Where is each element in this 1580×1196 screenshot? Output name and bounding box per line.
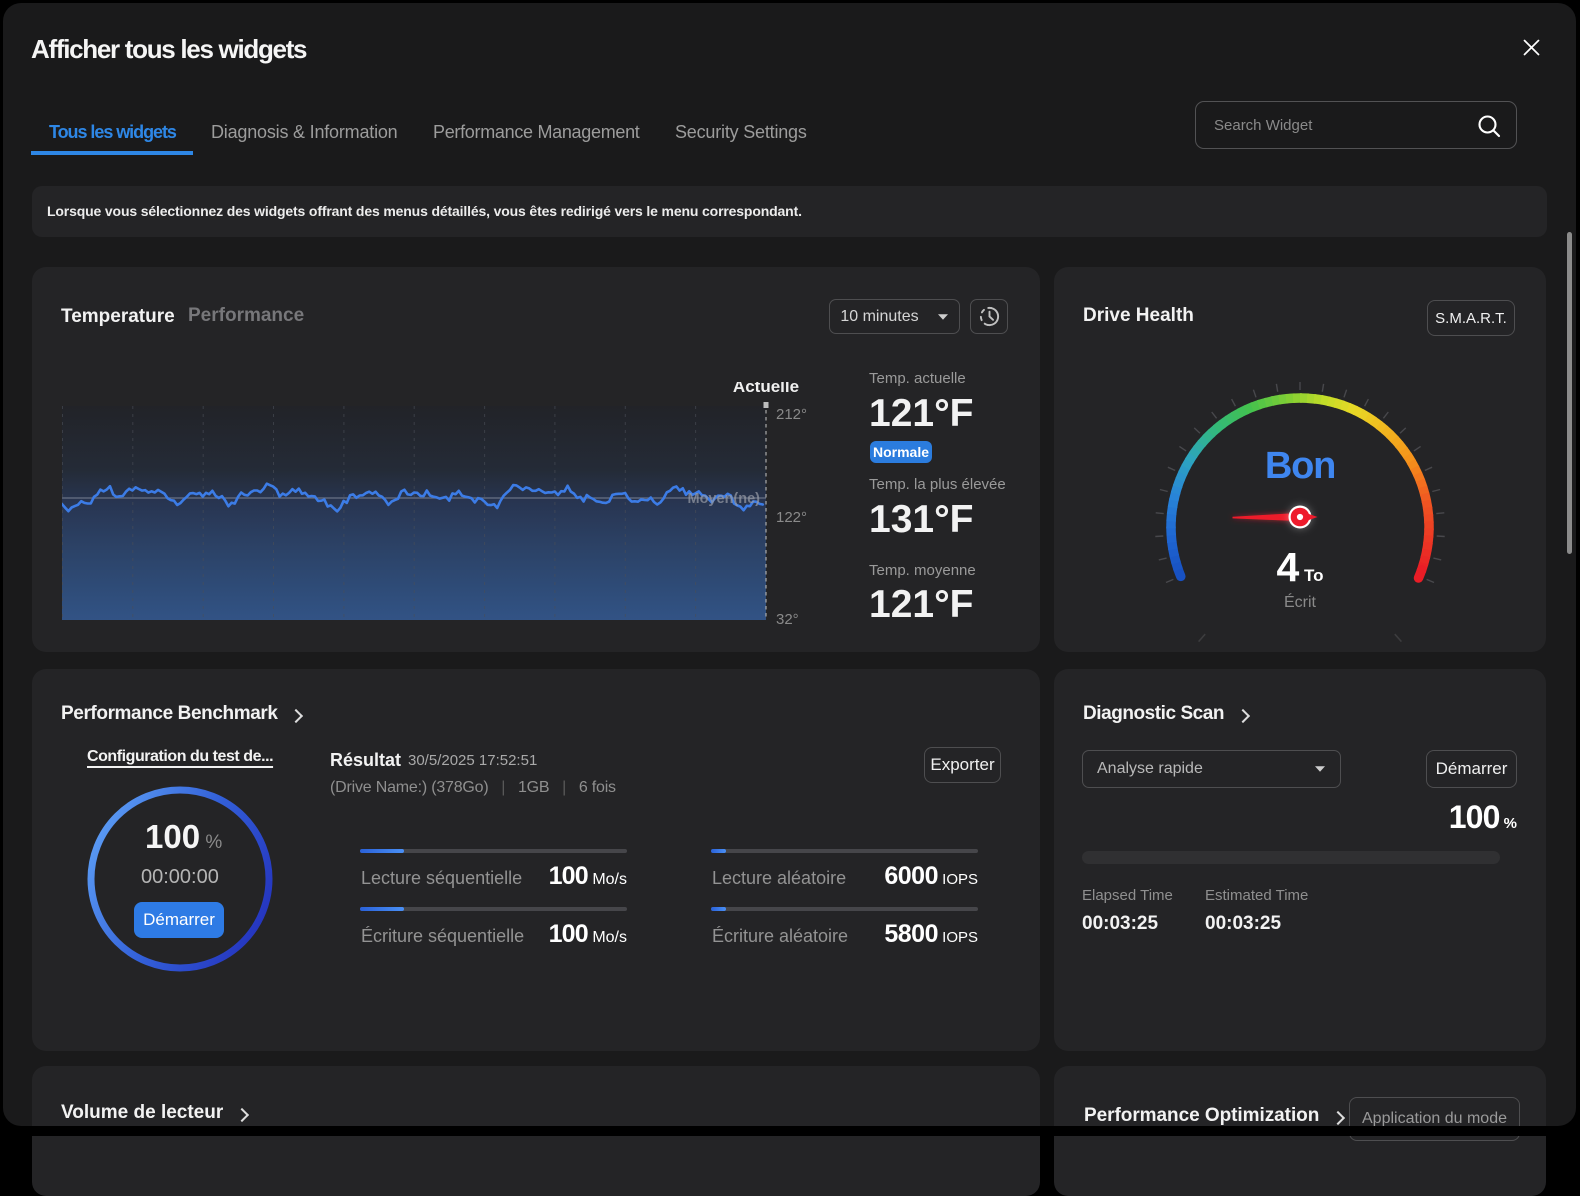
- svg-text:32°: 32°: [776, 611, 799, 628]
- svg-text:212°: 212°: [776, 406, 807, 423]
- svg-text:Actuelle: Actuelle: [733, 382, 799, 396]
- svg-text:Moyen(ne): Moyen(ne): [688, 491, 761, 507]
- svg-text:122°: 122°: [776, 509, 807, 526]
